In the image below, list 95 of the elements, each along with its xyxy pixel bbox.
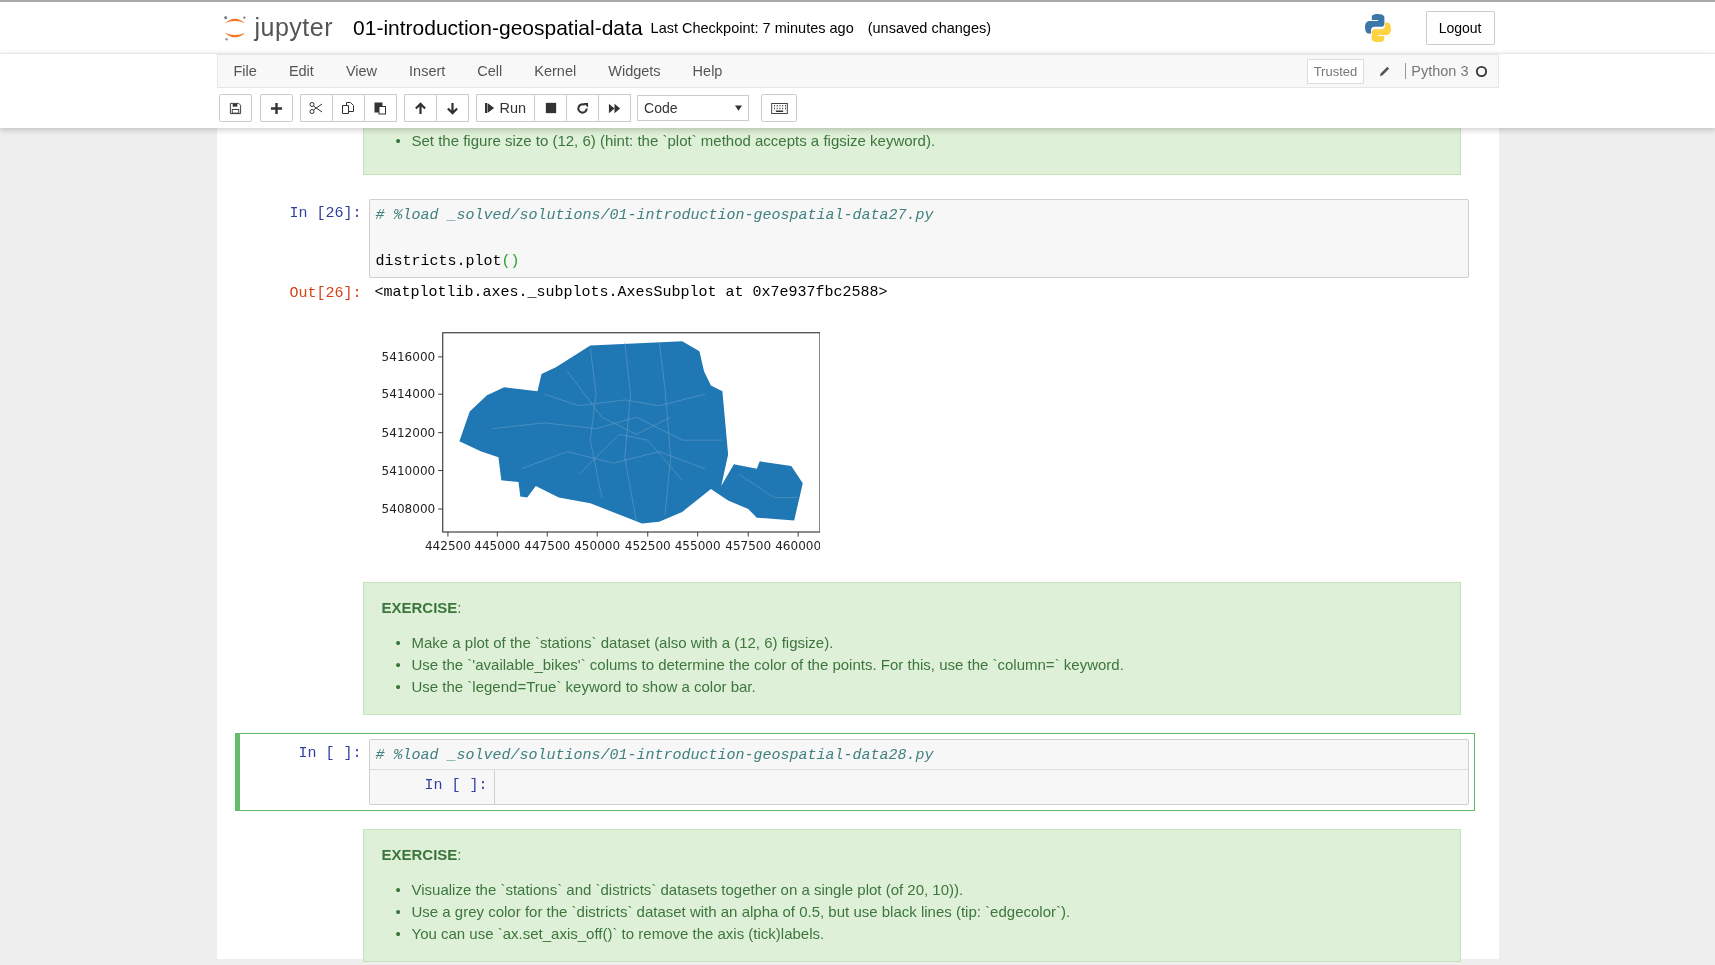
menu-item[interactable]: Kernel [521, 63, 590, 79]
code-input[interactable]: # %load _solved/solutions/01-introduction-geospatial-data27.py districts.plot() [368, 199, 1469, 278]
x-tick-label: 442500 [424, 539, 471, 554]
y-axis-tick [437, 470, 443, 471]
code-comment: # %load _solved/solutions/01-introduction-geospatial-data28.py [375, 747, 934, 764]
restart-button[interactable] [566, 94, 600, 122]
x-axis-tick [546, 531, 548, 537]
menu-item[interactable]: Widgets [595, 63, 674, 79]
exercise-heading: EXERCISE: [381, 599, 463, 616]
refresh-icon [576, 101, 590, 115]
menu-item[interactable]: Insert [396, 63, 459, 79]
copy-icon [341, 101, 355, 115]
input-prompt: In [ ]: [423, 776, 489, 796]
bullet-point: • [395, 902, 402, 922]
pencil-icon[interactable] [1378, 64, 1392, 78]
y-tick-label: 5412000 [381, 425, 435, 440]
code-input[interactable]: # %load _solved/solutions/01-introduction-geospatial-data28.py In [ ]: [368, 739, 1469, 805]
x-axis-tick [696, 531, 698, 537]
scissors-icon [309, 101, 323, 115]
logo-text: jupyter [254, 13, 334, 42]
input-prompt: In [26]: [289, 204, 362, 224]
y-axis-tick [437, 432, 443, 434]
code-cell[interactable]: In [ ]: # %load _solved/solutions/01-introduction-geospatial-data28.py In [ ]: [234, 733, 1475, 811]
bullet-point: • [395, 677, 402, 697]
run-all-button[interactable] [598, 94, 632, 122]
y-axis-tick [437, 393, 443, 395]
checkpoint-status: Last Checkpoint: 7 minutes ago [650, 19, 854, 36]
y-tick-label: 5414000 [381, 387, 435, 402]
menu-item[interactable]: View [332, 63, 391, 79]
insert-cell-button[interactable] [259, 94, 293, 122]
x-axis-tick [797, 531, 799, 537]
caret-icon [735, 105, 743, 111]
unsaved-status: (unsaved changes) [867, 19, 992, 36]
bullet-point: • [395, 655, 402, 675]
stop-button[interactable] [534, 94, 568, 122]
exercise-bullet: Use a grey color for the `districts` dataset with an alpha of 0.5, but use black lines (tip: `edgecolor`). [411, 902, 1071, 922]
paste-icon [373, 101, 387, 115]
y-axis-tick [437, 356, 443, 358]
move-up-button[interactable] [403, 94, 437, 122]
paste-button[interactable] [363, 94, 397, 122]
move-down-button[interactable] [435, 94, 469, 122]
x-tick-label: 457500 [724, 539, 771, 554]
y-tick-label: 5410000 [381, 463, 435, 478]
exercise-bullet: You can use `ax.set_axis_off()` to remove the axis (tick)labels. [411, 924, 825, 944]
save-button[interactable] [218, 94, 252, 122]
x-axis-tick [596, 531, 598, 537]
y-tick-label: 5408000 [381, 502, 435, 517]
exercise-bullet: Use the `legend=True` keyword to show a color bar. [411, 677, 756, 697]
run-button[interactable]: Run [475, 94, 536, 122]
keyboard-icon [770, 102, 788, 114]
x-tick-label: 460000 [774, 539, 820, 554]
x-tick-label: 447500 [523, 539, 570, 554]
x-axis-tick [646, 531, 648, 537]
exercise-bullet: Make a plot of the `stations` dataset (also with a (12, 6) figsize). [411, 633, 834, 653]
command-palette-button[interactable] [761, 94, 798, 122]
bullet-point: • [395, 924, 402, 944]
plus-icon [269, 101, 283, 115]
notebook-title[interactable]: 01-introduction-geospatial-data [353, 15, 643, 40]
cell-type-dropdown[interactable]: Code [637, 95, 750, 121]
copy-button[interactable] [331, 94, 365, 122]
menu-item[interactable]: Edit [275, 63, 327, 79]
step-forward-icon [484, 102, 495, 114]
x-tick-label: 445000 [473, 539, 520, 554]
arrow-down-icon [445, 101, 459, 115]
bullet-point: • [395, 131, 402, 151]
kernel-name: Python 3 [1405, 63, 1469, 79]
stop-icon [544, 102, 557, 114]
output-text: <matplotlib.axes._subplots.AxesSubplot at 0x7e937fbc2588> [374, 283, 888, 303]
trusted-indicator[interactable]: Trusted [1306, 58, 1365, 84]
y-tick-label: 5416000 [381, 349, 435, 364]
save-icon [228, 101, 242, 115]
menu-item[interactable]: Help [679, 63, 736, 79]
x-axis-tick [747, 531, 749, 537]
menu-item[interactable]: Cell [464, 63, 516, 79]
bullet-point: • [395, 880, 402, 900]
exercise-bullet: Use the `'available_bikes'` colums to determine the color of the points. For this, use the `column=` keyword. [411, 655, 1124, 675]
x-axis-tick [447, 531, 448, 537]
fast-forward-icon [608, 101, 622, 115]
code-line: districts.plot() [375, 253, 520, 270]
x-tick-label: 455000 [674, 539, 721, 554]
code-comment: # %load _solved/solutions/01-introduction-geospatial-data27.py [375, 207, 934, 224]
exercise-heading: EXERCISE: [381, 846, 463, 863]
exercise-bullet: Visualize the `stations` and `districts` datasets together on a single plot (of 20, 10)). [411, 880, 964, 900]
y-axis-tick [437, 508, 443, 510]
exercise-bullet: Set the figure size to (12, 6) (hint: the `plot` method accepts a figsize keyword). [411, 131, 936, 151]
x-tick-label: 450000 [573, 539, 620, 554]
output-prompt: Out[26]: [289, 284, 362, 304]
input-prompt: In [ ]: [298, 744, 362, 764]
logout-button[interactable]: Logout [1425, 10, 1495, 45]
x-tick-label: 452500 [624, 539, 671, 554]
arrow-up-icon [413, 101, 427, 115]
x-axis-tick [496, 531, 498, 537]
menu-item[interactable]: File [220, 63, 270, 79]
cut-button[interactable] [299, 94, 333, 122]
bullet-point: • [395, 633, 402, 653]
